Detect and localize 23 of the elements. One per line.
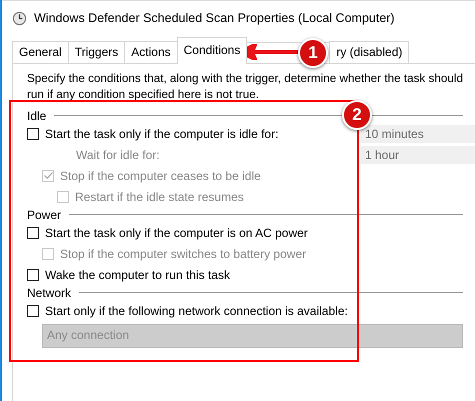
section-heading: Idle [27, 108, 46, 122]
checkbox-label: Start the task only if the computer is on AC power [45, 226, 308, 240]
window-title: Windows Defender Scheduled Scan Properties (Local Computer) [34, 11, 395, 25]
checkbox-label: Stop if the computer ceases to be idle [60, 168, 261, 182]
duration-dropdown[interactable]: 10 minutes [361, 124, 475, 142]
description-text: Specify the conditions that, along with the trigger, determine whether the task should run if any condition specified here is not true. [27, 71, 464, 103]
tab[interactable]: General [12, 41, 69, 63]
section-heading: Network [27, 286, 72, 300]
checkbox-label: Wake the computer to run this task [45, 268, 230, 282]
checkbox[interactable] [27, 128, 39, 140]
checkbox[interactable] [27, 268, 39, 280]
tab[interactable]: Conditions [176, 37, 248, 64]
checkbox[interactable] [27, 304, 39, 316]
tab[interactable]: ry (disabled) [329, 41, 410, 63]
checkbox-label: Start the task only if the computer is idle for: [45, 126, 278, 140]
field-label: Wait for idle for: [75, 148, 160, 162]
checkbox[interactable] [27, 226, 39, 238]
checkbox-label: Restart if the idle state resumes [75, 190, 244, 204]
section-heading: Power [27, 208, 62, 222]
clock-icon [12, 10, 27, 26]
checkbox-label: Stop if the computer switches to battery power [60, 246, 306, 260]
checkbox-label: Start only if the following network connection is available: [45, 304, 348, 318]
callout-badge: 2 [342, 100, 372, 130]
